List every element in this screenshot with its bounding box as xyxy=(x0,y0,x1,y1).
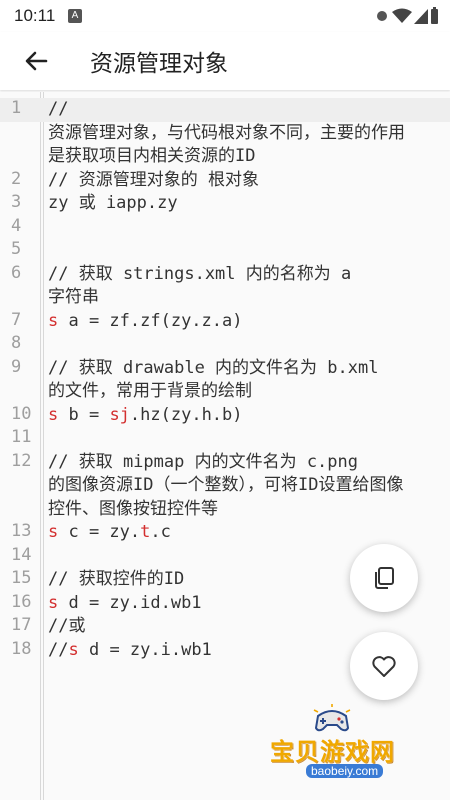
battery-icon xyxy=(431,7,438,24)
code-fragment: b = xyxy=(58,404,110,425)
code-text: s b = sj.hz(zy.h.b) xyxy=(48,404,450,428)
status-icons xyxy=(370,6,440,26)
code-text: // 获取 mipmap 内的文件名为 c.png xyxy=(48,451,358,472)
line-number: 18 xyxy=(11,638,32,659)
code-line: 是获取项目内相关资源的ID xyxy=(0,145,450,169)
code-text: 字符串 xyxy=(48,287,99,307)
code-text: 资源管理对象，与代码根对象不同，主要的作用 xyxy=(48,122,405,143)
cell-signal-icon xyxy=(414,9,428,24)
code-fragment: c = zy. xyxy=(58,522,141,542)
code-line: 7 s a = zf.zf(zy.z.a) xyxy=(0,310,450,334)
code-line: 的图像资源ID（一个整数），可将ID设置给图像 xyxy=(0,474,450,498)
line-number: 5 xyxy=(11,239,22,259)
line-number: 1 xyxy=(11,98,22,118)
copy-button[interactable] xyxy=(350,544,418,612)
copy-icon xyxy=(375,567,394,589)
code-fragment: // xyxy=(48,639,69,660)
code-line: 资源管理对象，与代码根对象不同，主要的作用 xyxy=(0,122,450,146)
code-fragment: d = zy.id.wb1 xyxy=(58,592,202,613)
line-number: 9 xyxy=(11,356,22,377)
code-text: 是获取项目内相关资源的ID xyxy=(48,146,256,166)
arrow-back-icon[interactable] xyxy=(20,45,52,77)
page-title: 资源管理对象 xyxy=(90,51,228,77)
heart-icon xyxy=(372,656,396,677)
code-line: 9 // 获取 drawable 内的文件名为 b.xml xyxy=(0,357,450,381)
code-text: zy 或 iapp.zy xyxy=(48,193,178,213)
line-number: 14 xyxy=(11,544,32,565)
code-text: // xyxy=(48,99,69,119)
code-keyword: s xyxy=(48,592,59,613)
line-number: 2 xyxy=(11,168,22,189)
code-line: 的文件，常用于背景的绘制 xyxy=(0,380,450,404)
line-number: 10 xyxy=(11,403,32,424)
code-keyword: s xyxy=(48,522,59,542)
watermark-url: baobeiy.com xyxy=(306,764,384,778)
status-time: 10:11 xyxy=(14,6,56,25)
code-line: 2 // 资源管理对象的 根对象 xyxy=(0,169,450,193)
like-button[interactable] xyxy=(350,632,418,700)
code-line: 控件、图像按钮控件等 xyxy=(0,498,450,522)
notification-icon: A xyxy=(68,9,82,23)
code-text: // 获取 strings.xml 内的名称为 a xyxy=(48,263,352,284)
line-number: 16 xyxy=(11,591,32,612)
line-number: 13 xyxy=(11,521,32,541)
code-text: s c = zy.t.c xyxy=(48,521,450,545)
code-line: 8 xyxy=(0,333,450,357)
line-number: 15 xyxy=(11,568,32,588)
code-text: // 获取 drawable 内的文件名为 b.xml xyxy=(48,357,379,378)
code-keyword: s xyxy=(48,404,59,425)
code-line: 10 s b = sj.hz(zy.h.b) xyxy=(0,404,450,428)
line-number: 6 xyxy=(11,262,22,283)
code-keyword: t xyxy=(140,522,151,542)
line-number: 17 xyxy=(11,615,32,635)
code-fragment: .c xyxy=(150,522,171,542)
code-line: 11 xyxy=(0,427,450,451)
line-number: 12 xyxy=(11,450,32,471)
line-number: 11 xyxy=(11,427,32,447)
code-text: s a = zf.zf(zy.z.a) xyxy=(48,310,450,334)
code-keyword: s xyxy=(48,310,59,331)
code-text: // 资源管理对象的 根对象 xyxy=(48,169,259,190)
line-number: 8 xyxy=(11,333,22,353)
code-line: 3 zy 或 iapp.zy xyxy=(0,192,450,216)
code-line: 字符串 xyxy=(0,286,450,310)
code-text: 的文件，常用于背景的绘制 xyxy=(48,381,252,401)
line-number: 7 xyxy=(11,309,22,330)
code-fragment: .hz(zy.h.b) xyxy=(129,404,243,425)
code-line: 4 xyxy=(0,216,450,240)
code-text: 的图像资源ID（一个整数），可将ID设置给图像 xyxy=(48,475,404,495)
code-line: 5 xyxy=(0,239,450,263)
code-text: 控件、图像按钮控件等 xyxy=(48,498,218,519)
code-line: 1 // xyxy=(0,98,450,122)
code-line: 6 // 获取 strings.xml 内的名称为 a xyxy=(0,263,450,287)
code-line: 13 s c = zy.t.c xyxy=(0,521,450,545)
code-fragment: d = zy.i.wb1 xyxy=(78,639,212,660)
signal-icon xyxy=(377,11,387,21)
code-keyword: s xyxy=(68,639,79,660)
line-number: 4 xyxy=(11,215,22,236)
wifi-icon xyxy=(392,8,412,23)
app-bar: 资源管理对象 xyxy=(0,32,450,90)
watermark: 宝贝游戏网 baobeiy.com xyxy=(262,700,432,790)
code-keyword: sj xyxy=(109,404,130,425)
line-number: 3 xyxy=(11,192,22,212)
watermark-text: 宝贝游戏网 xyxy=(270,738,395,766)
code-fragment: a = zf.zf(zy.z.a) xyxy=(58,310,243,331)
code-line: 12 // 获取 mipmap 内的文件名为 c.png xyxy=(0,451,450,475)
status-bar: 10:11 A xyxy=(0,0,450,32)
